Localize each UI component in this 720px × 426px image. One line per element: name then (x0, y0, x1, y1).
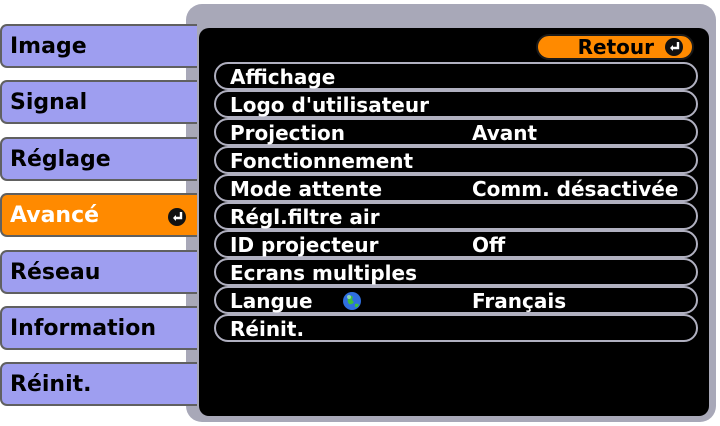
menu-list: Affichage Logo d'utilisateur Projection … (214, 62, 698, 342)
menu-item-mode-attente[interactable]: Mode attente Comm. désactivée (214, 174, 698, 202)
back-button[interactable]: Retour (536, 34, 694, 60)
sidebar-item-label: Réinit. (10, 371, 92, 397)
menu-item-label: ID projecteur (230, 233, 379, 257)
menu-item-value: Comm. désactivée (472, 177, 679, 201)
menu-item-langue[interactable]: Langue Français (214, 286, 698, 314)
menu-item-value: Français (472, 289, 567, 313)
sidebar-item-signal[interactable]: Signal (0, 80, 197, 124)
menu-item-projection[interactable]: Projection Avant (214, 118, 698, 146)
menu-item-reinit[interactable]: Réinit. (214, 314, 698, 342)
sidebar-item-label: Signal (10, 89, 88, 115)
sidebar-item-image[interactable]: Image (0, 24, 197, 68)
globe-icon (343, 292, 361, 310)
sidebar-item-information[interactable]: Information (0, 306, 197, 350)
sidebar-item-avance[interactable]: Avancé (0, 193, 197, 237)
sidebar-item-reglage[interactable]: Réglage (0, 137, 197, 181)
sidebar-item-reinit[interactable]: Réinit. (0, 362, 197, 406)
menu-item-label: Ecrans multiples (230, 261, 417, 285)
menu-item-affichage[interactable]: Affichage (214, 62, 698, 90)
menu-item-label: Réinit. (230, 317, 305, 341)
enter-icon (665, 38, 683, 56)
sidebar-item-reseau[interactable]: Réseau (0, 250, 197, 294)
sidebar-item-label: Image (10, 33, 87, 59)
menu-item-value: Avant (472, 121, 538, 145)
menu-item-label: Langue (230, 289, 313, 313)
sidebar-item-label: Information (10, 315, 156, 341)
menu-item-label: Logo d'utilisateur (230, 93, 429, 117)
menu-item-label: Fonctionnement (230, 149, 414, 173)
menu-item-fonctionnement[interactable]: Fonctionnement (214, 146, 698, 174)
enter-icon (168, 208, 186, 226)
sidebar-item-label: Réseau (10, 259, 101, 285)
menu-item-label: Affichage (230, 65, 336, 89)
back-button-label: Retour (577, 35, 654, 59)
menu-item-id-projecteur[interactable]: ID projecteur Off (214, 230, 698, 258)
menu-item-value: Off (472, 233, 506, 257)
menu-item-ecrans-multiples[interactable]: Ecrans multiples (214, 258, 698, 286)
menu-item-label: Régl.filtre air (230, 205, 380, 229)
menu-item-label: Mode attente (230, 177, 383, 201)
sidebar-item-label: Réglage (10, 146, 111, 172)
menu-item-logo-utilisateur[interactable]: Logo d'utilisateur (214, 90, 698, 118)
menu-item-regl-filtre-air[interactable]: Régl.filtre air (214, 202, 698, 230)
sidebar-item-label: Avancé (10, 202, 100, 228)
menu-item-label: Projection (230, 121, 345, 145)
